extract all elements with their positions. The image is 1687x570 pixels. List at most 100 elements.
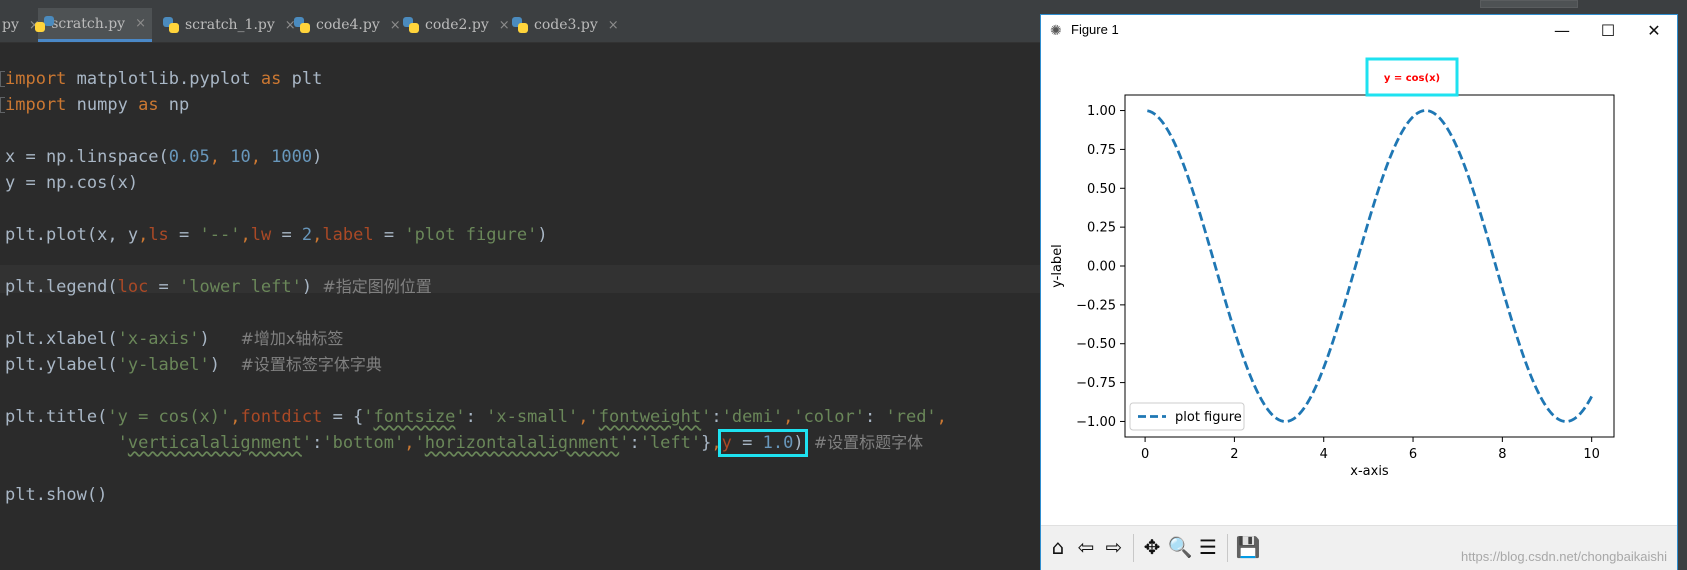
- matplotlib-logo-icon: ✺: [1050, 23, 1062, 39]
- tab-label: scratch.py: [51, 15, 126, 32]
- close-button[interactable]: ✕: [1631, 15, 1677, 45]
- code-token: =: [373, 225, 405, 245]
- tab-label: py: [2, 17, 19, 33]
- minimize-button[interactable]: —: [1539, 15, 1585, 45]
- code-line[interactable]: plt.xlabel('x-axis') #增加x轴标签: [5, 325, 343, 353]
- code-line[interactable]: import matplotlib.pyplot as plt: [5, 65, 322, 93]
- tab-close-icon[interactable]: ×: [608, 18, 619, 33]
- tab-label: code2.py: [425, 17, 489, 33]
- code-token: 0.05: [168, 147, 210, 167]
- code-line[interactable]: y = np.cos(x): [5, 169, 138, 197]
- code-token: plt.show(): [5, 485, 108, 505]
- code-token: :: [465, 407, 487, 427]
- code-line[interactable]: import numpy as np: [5, 91, 189, 119]
- pan-icon[interactable]: ✥: [1139, 534, 1165, 560]
- code-token: }: [701, 433, 712, 453]
- code-token: ,: [578, 407, 589, 427]
- figure-titlebar[interactable]: ✺ Figure 1 — ☐ ✕: [1041, 15, 1677, 45]
- home-icon[interactable]: ⌂: [1045, 534, 1071, 560]
- code-token: 'x-small': [486, 407, 579, 427]
- code-line[interactable]: 'verticalalignment':'bottom','horizontal…: [5, 429, 923, 457]
- code-token: ls: [148, 225, 169, 245]
- forward-arrow-icon[interactable]: ⇨: [1101, 534, 1127, 560]
- code-line[interactable]: plt.show(): [5, 481, 107, 509]
- legend-label: plot figure: [1175, 410, 1242, 425]
- code-token: ,: [711, 433, 722, 453]
- code-line[interactable]: x = np.linspace(0.05, 10, 1000): [5, 143, 322, 171]
- figure-toolbar: ⌂ ⇦ ⇨ ✥ 🔍 ☰ 💾 https://blog.csdn.net/chon…: [1041, 525, 1677, 570]
- code-token: :: [629, 433, 640, 453]
- code-token: as: [260, 69, 282, 89]
- code-token: import: [5, 69, 67, 89]
- zoom-icon[interactable]: 🔍: [1167, 534, 1193, 560]
- code-token: matplotlib.pyplot: [66, 69, 261, 89]
- tab-scratch-1[interactable]: scratch_1.py ×: [157, 8, 302, 42]
- code-line[interactable]: plt.ylabel('y-label') #设置标签字体字典: [5, 351, 382, 379]
- code-token: x = np.linspace(: [5, 147, 169, 167]
- code-token: ,: [783, 407, 794, 427]
- code-token: verticalalignment: [127, 433, 302, 453]
- maximize-button[interactable]: ☐: [1585, 15, 1631, 45]
- code-token: loc: [117, 277, 149, 297]
- code-token: 'left': [639, 433, 702, 453]
- code-comment: #指定图例位置: [322, 277, 432, 296]
- code-token: ': [414, 433, 425, 453]
- code-area[interactable]: import matplotlib.pyplot as plt import n…: [0, 43, 1040, 570]
- code-token: 2: [301, 225, 313, 245]
- tab-code2[interactable]: code2.py ×: [397, 8, 516, 42]
- watermark: https://blog.csdn.net/chongbaikaishi: [1461, 549, 1667, 564]
- y-axis-label: y-label: [1050, 244, 1065, 288]
- code-token: as: [138, 95, 159, 115]
- code-token: ,: [250, 147, 272, 167]
- code-token: ,: [240, 225, 251, 245]
- tab-close-icon[interactable]: ×: [135, 16, 146, 31]
- code-token: ): [209, 355, 241, 375]
- configure-subplots-icon[interactable]: ☰: [1195, 534, 1221, 560]
- code-token: ,: [936, 407, 947, 427]
- python-file-icon: [403, 17, 419, 33]
- code-token: numpy: [66, 95, 139, 115]
- code-line[interactable]: plt.plot(x, y,ls = '--',lw = 2,label = '…: [5, 221, 548, 249]
- python-file-icon: [512, 17, 528, 33]
- code-token: plt: [281, 69, 323, 89]
- save-icon[interactable]: 💾: [1235, 534, 1261, 560]
- code-token: ,: [312, 225, 323, 245]
- code-token: ': [588, 407, 599, 427]
- code-token: '--': [199, 225, 241, 245]
- x-tick-label: 0: [1141, 447, 1149, 462]
- code-token: fontweight: [598, 407, 702, 427]
- code-token: 'y = cos(x)': [107, 407, 231, 427]
- y-tick-label: 0.00: [1087, 260, 1116, 275]
- x-tick-label: 10: [1583, 447, 1600, 462]
- x-tick-label: 4: [1320, 447, 1328, 462]
- tab-code4[interactable]: code4.py ×: [288, 8, 407, 42]
- tab-label: scratch_1.py: [185, 17, 275, 33]
- mini-window: [1480, 0, 1578, 8]
- code-token: lw: [250, 225, 272, 245]
- code-token: ': [701, 407, 712, 427]
- code-token: 10: [230, 147, 251, 167]
- code-token: ): [199, 329, 241, 349]
- code-token: ': [619, 433, 630, 453]
- code-token: 1.0: [762, 433, 794, 453]
- code-token: y: [721, 433, 732, 453]
- code-token: ': [301, 433, 313, 453]
- code-token: 'demi': [721, 407, 784, 427]
- y-tick-label: −0.75: [1076, 376, 1116, 391]
- code-token: fontsize: [373, 407, 456, 427]
- code-token: plt.title(: [5, 407, 108, 427]
- back-arrow-icon[interactable]: ⇦: [1073, 534, 1099, 560]
- tab-code3[interactable]: code3.py ×: [506, 8, 625, 42]
- code-token: ,: [230, 407, 241, 427]
- code-token: ): [793, 433, 804, 453]
- desktop-strip: [1040, 0, 1678, 14]
- code-token: ): [301, 277, 323, 297]
- code-token: 'y-label': [117, 355, 210, 375]
- tab-scratch[interactable]: scratch.py ×: [35, 8, 152, 42]
- code-token: plt.plot(x, y: [5, 225, 139, 245]
- code-line[interactable]: plt.title('y = cos(x)',fontdict = {'font…: [5, 403, 947, 431]
- plot-area: 0 2 4 6 8 10 1.00 0.75 0.50 0.25 0.00 −0.25 −0.50 −0…: [1041, 45, 1677, 529]
- code-token: 'plot figure': [404, 225, 538, 245]
- code-line[interactable]: plt.legend(loc = 'lower left') #指定图例位置: [5, 273, 432, 301]
- y-tick-label: 0.75: [1087, 143, 1116, 158]
